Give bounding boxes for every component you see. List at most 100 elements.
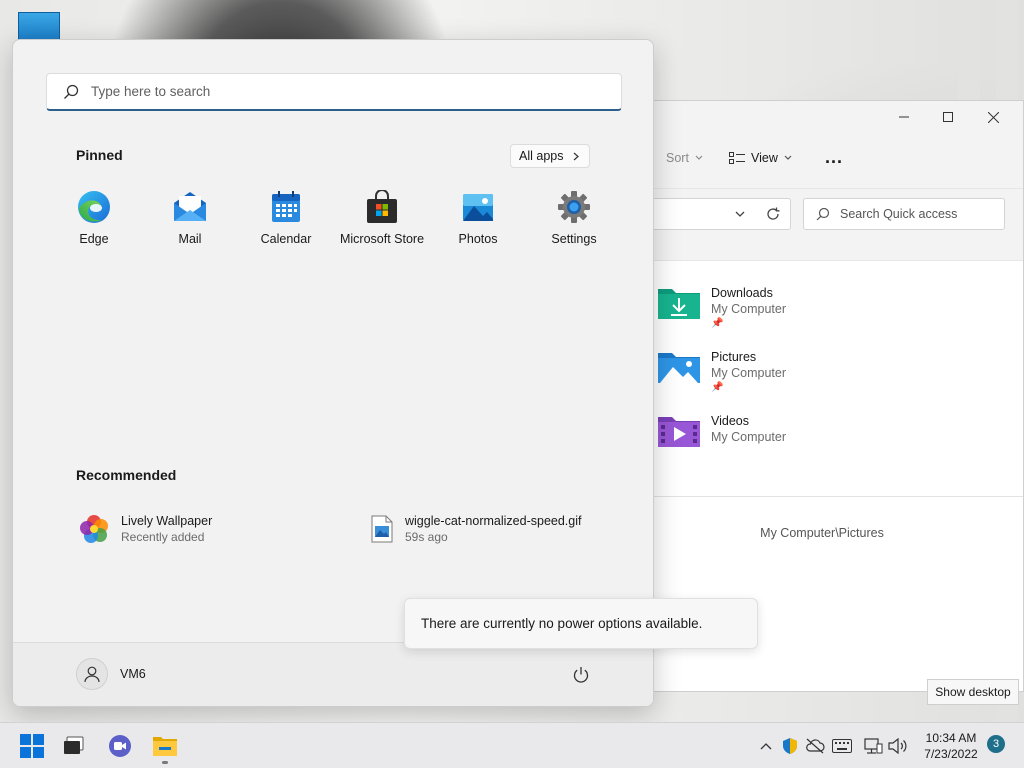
store-icon: [367, 190, 397, 223]
list-item[interactable]: Downloads My Computer 📌: [657, 285, 786, 331]
list-item[interactable]: Videos My Computer: [657, 413, 786, 449]
maximize-icon: [943, 112, 953, 122]
user-icon: [84, 666, 100, 683]
notification-badge[interactable]: 3: [987, 735, 1005, 753]
quick-access-search-input[interactable]: Search Quick access: [803, 198, 1005, 230]
clock-button[interactable]: 10:34 AM 7/23/2022: [912, 730, 990, 762]
lively-wallpaper-icon: [80, 515, 108, 543]
explorer-toolbar: Sort View ...: [621, 133, 1023, 189]
photos-icon: [463, 194, 493, 221]
chevron-down-icon[interactable]: [735, 211, 745, 218]
app-label: Calendar: [260, 232, 312, 246]
keyboard-tray-button[interactable]: [831, 735, 853, 757]
edge-icon: [78, 191, 110, 223]
refresh-icon[interactable]: [766, 207, 780, 221]
calendar-icon: [272, 191, 300, 222]
taskbar: 10:34 AM 7/23/2022: [0, 722, 1024, 768]
chat-button[interactable]: [104, 730, 136, 762]
start-button[interactable]: [16, 730, 48, 762]
power-button[interactable]: [567, 661, 595, 689]
recommended-title: Recommended: [76, 467, 177, 483]
explorer-titlebar: [621, 101, 1023, 133]
folder-name: Downloads: [711, 286, 773, 300]
show-hidden-icons-button[interactable]: [755, 735, 777, 757]
list-item[interactable]: Pictures My Computer 📌: [657, 349, 786, 395]
security-shield-icon: [783, 738, 797, 754]
start-search-input[interactable]: [91, 84, 571, 99]
file-explorer-icon: [153, 737, 177, 756]
folder-location: My Computer: [711, 366, 787, 380]
active-app-indicator: [162, 761, 168, 764]
power-icon: [573, 667, 589, 683]
view-button[interactable]: View: [729, 151, 792, 165]
app-label: Settings: [551, 232, 597, 246]
clock-date: 7/23/2022: [924, 747, 978, 761]
view-label: View: [751, 151, 778, 165]
start-search-box[interactable]: [46, 73, 622, 111]
desktop-shortcut-icon[interactable]: [18, 12, 60, 42]
folder-location: My Computer: [711, 302, 787, 316]
mail-icon: [174, 192, 206, 221]
network-icon: [864, 738, 883, 754]
more-options-button[interactable]: ...: [825, 147, 843, 168]
file-explorer-button[interactable]: [149, 730, 181, 762]
pinned-app-calendar[interactable]: Calendar: [238, 190, 334, 246]
recommended-item-detail: 59s ago: [405, 530, 448, 544]
pinned-app-mail[interactable]: Mail: [142, 190, 238, 246]
folder-location: My Computer: [711, 430, 787, 444]
recommended-item-detail: Recently added: [121, 530, 205, 544]
avatar: [76, 658, 108, 690]
speaker-icon: [888, 738, 907, 754]
settings-icon: [558, 191, 590, 223]
recommended-item-name: wiggle-cat-normalized-speed.gif: [405, 514, 582, 528]
recommended-item-lively-wallpaper[interactable]: Lively Wallpaper Recently added: [79, 513, 212, 545]
volume-tray-button[interactable]: [887, 735, 909, 757]
minimize-icon: [899, 116, 909, 118]
chevron-down-icon: [695, 155, 703, 160]
network-tray-button[interactable]: [862, 735, 884, 757]
explorer-path-text: My Computer\Pictures: [760, 526, 884, 540]
pinned-app-edge[interactable]: Edge: [46, 190, 142, 246]
quick-access-search-placeholder: Search Quick access: [840, 207, 958, 221]
recommended-item-name: Lively Wallpaper: [121, 514, 213, 528]
clock-time: 10:34 AM: [925, 731, 977, 745]
close-icon: [987, 111, 999, 123]
task-view-icon: [64, 736, 84, 754]
all-apps-button[interactable]: All apps: [510, 144, 591, 168]
folder-name: Videos: [711, 414, 749, 428]
sort-label: Sort: [666, 151, 689, 165]
sort-button[interactable]: Sort: [666, 151, 703, 165]
pinned-title: Pinned: [76, 147, 123, 163]
windows-logo-icon: [20, 734, 44, 758]
pinned-app-settings[interactable]: Settings: [526, 190, 622, 246]
pinned-app-photos[interactable]: Photos: [430, 190, 526, 246]
chevron-down-icon: [784, 155, 792, 160]
videos-folder-icon: [658, 417, 700, 447]
folder-name: Pictures: [711, 350, 757, 364]
app-label: Microsoft Store: [339, 232, 425, 246]
search-icon: [816, 207, 830, 221]
app-label: Mail: [178, 232, 202, 246]
maximize-button[interactable]: [928, 105, 968, 129]
pin-icon: 📌: [711, 318, 724, 329]
onedrive-tray-button[interactable]: [804, 735, 826, 757]
pinned-app-microsoft-store[interactable]: Microsoft Store: [334, 190, 430, 246]
all-apps-label: All apps: [519, 149, 564, 163]
chevron-right-icon: [574, 152, 580, 160]
chevron-up-icon: [760, 743, 772, 750]
explorer-divider: [621, 496, 1023, 497]
user-account-button[interactable]: VM6: [76, 658, 146, 690]
keyboard-icon: [832, 739, 852, 753]
address-row: Search Quick access: [621, 189, 1023, 261]
view-icon: [729, 152, 745, 164]
power-options-tooltip: There are currently no power options ava…: [404, 598, 758, 649]
security-tray-button[interactable]: [779, 735, 801, 757]
minimize-button[interactable]: [884, 105, 924, 129]
downloads-folder-icon: [658, 289, 700, 319]
recommended-item-gif[interactable]: wiggle-cat-normalized-speed.gif 59s ago: [371, 513, 581, 545]
close-button[interactable]: [973, 105, 1013, 129]
search-icon: [64, 84, 79, 99]
image-file-icon: [371, 515, 393, 543]
task-view-button[interactable]: [58, 730, 90, 762]
chat-icon: [109, 735, 131, 757]
